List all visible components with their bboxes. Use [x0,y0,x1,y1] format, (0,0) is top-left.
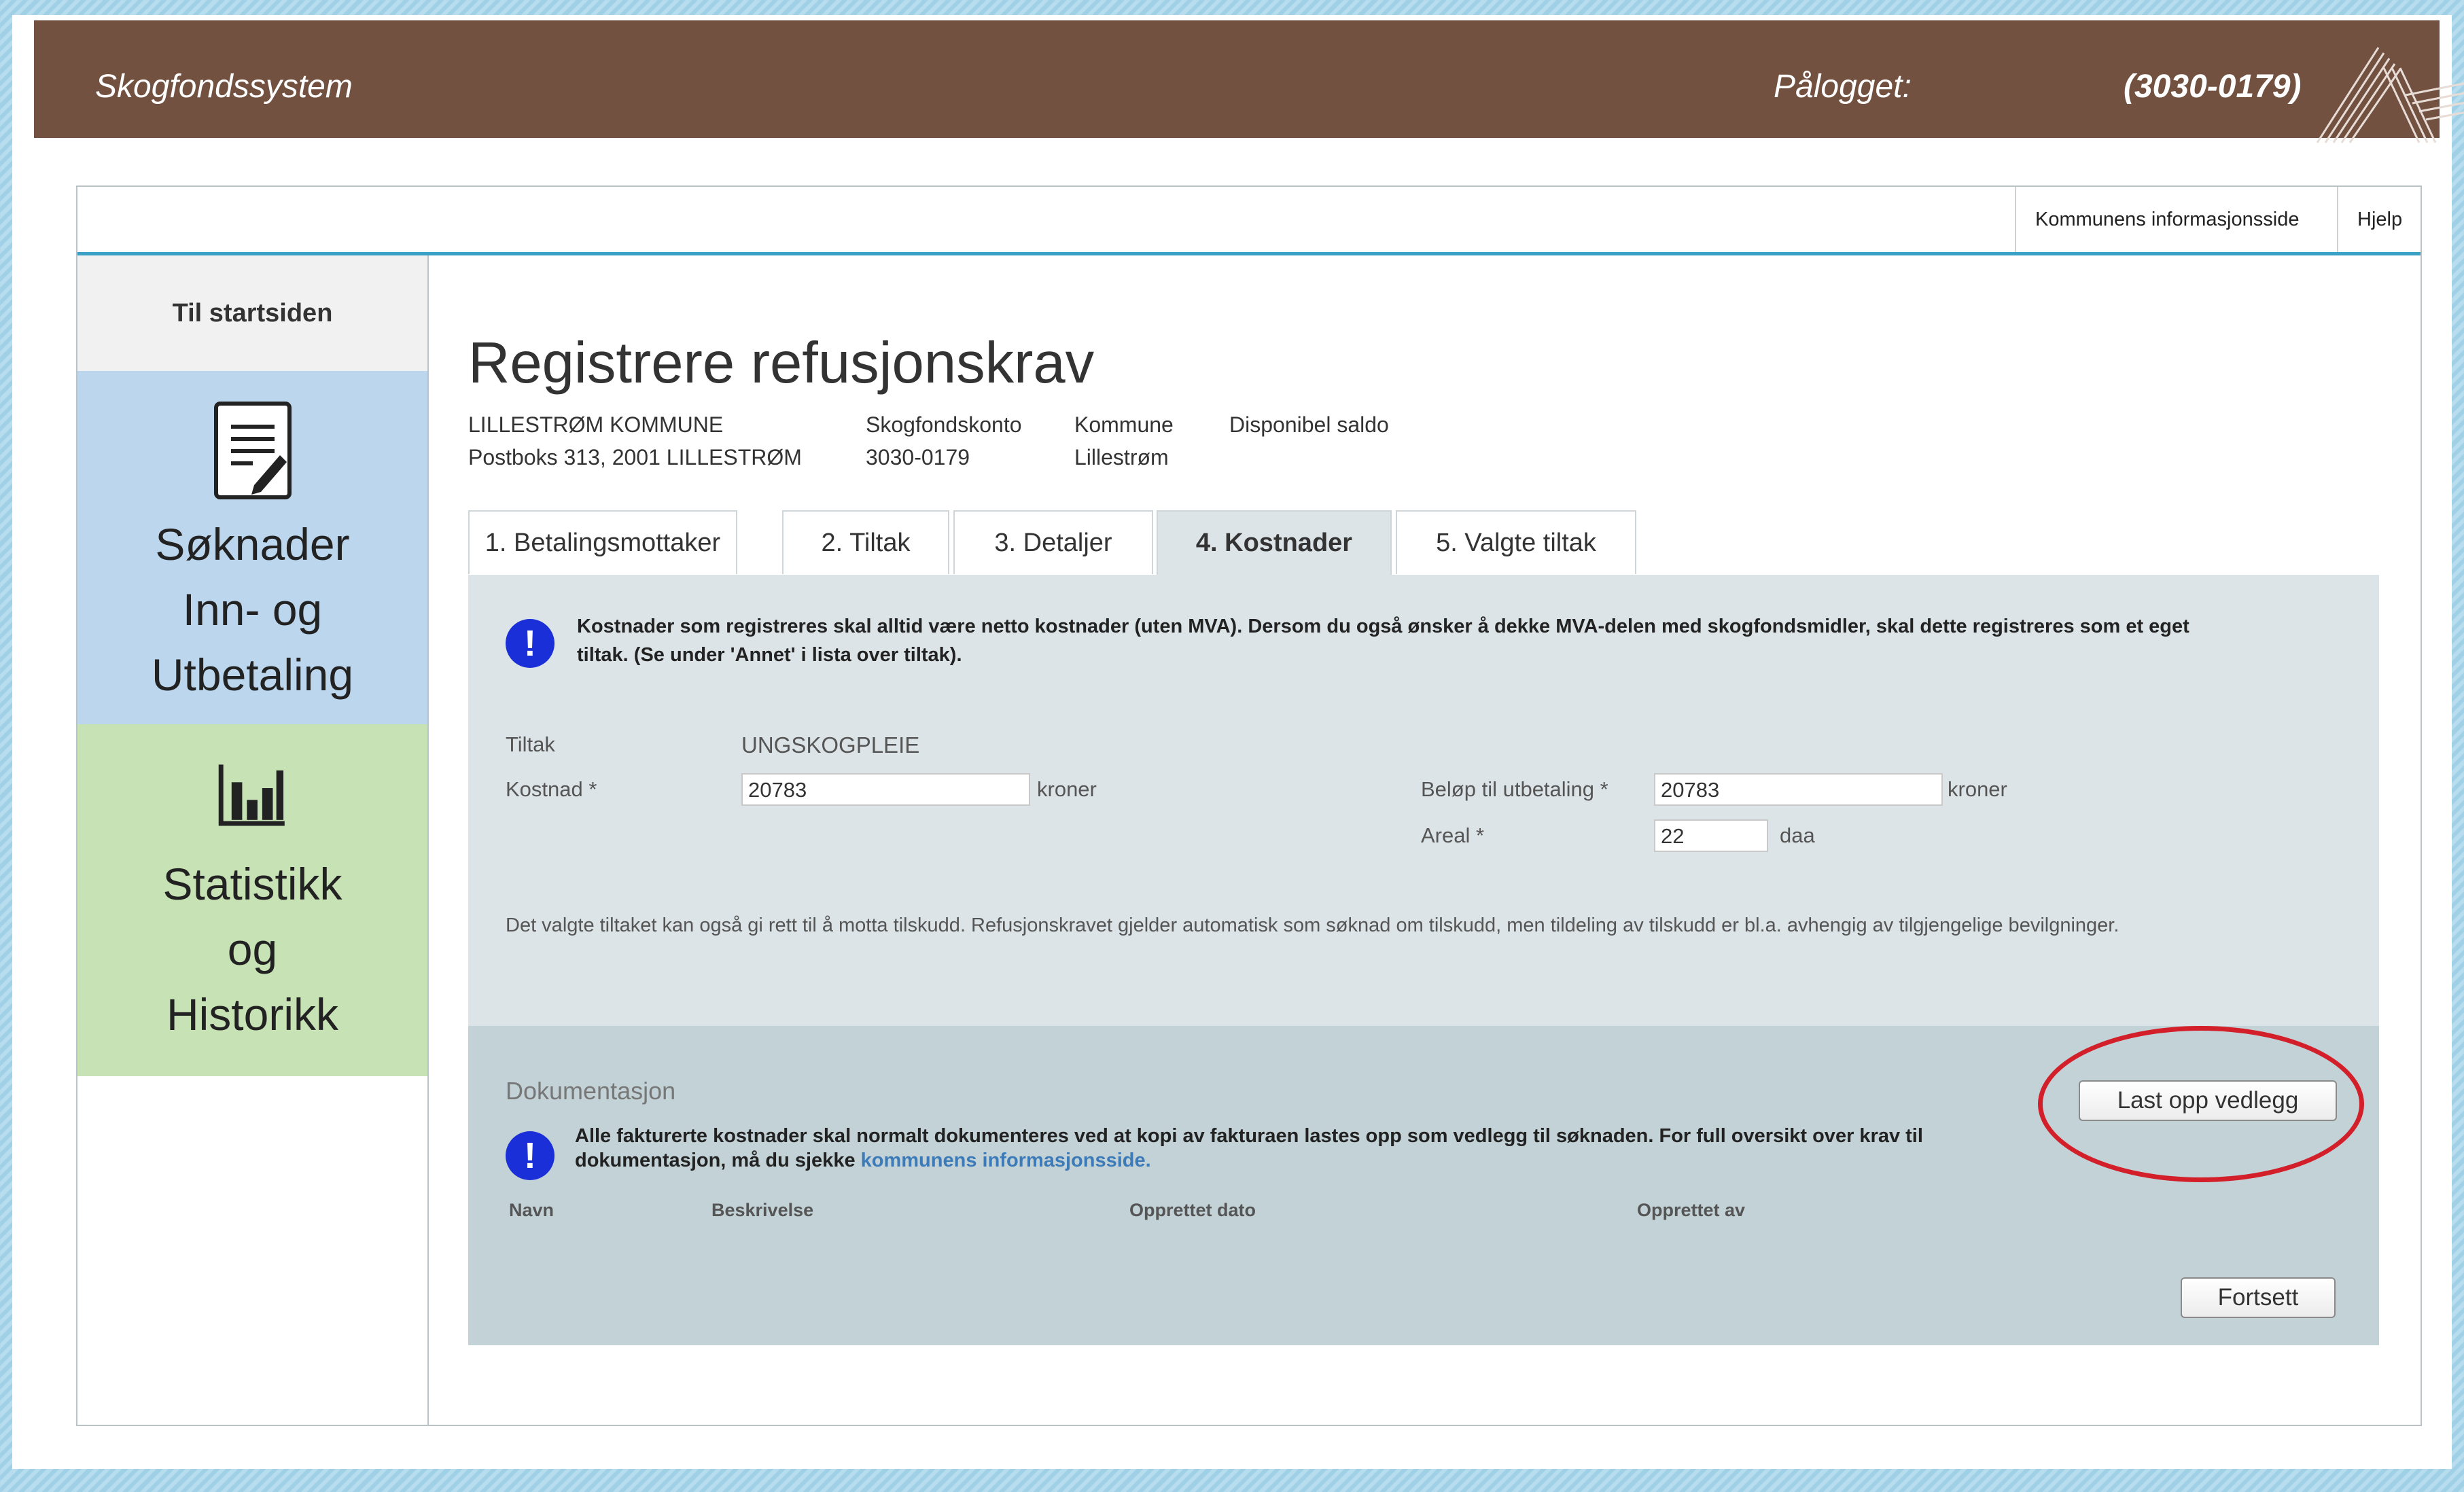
continue-button[interactable]: Fortsett [2181,1277,2336,1318]
measure-value: UNGSKOGPLEIE [741,732,920,758]
column-created-date: Opprettet dato [1129,1200,1256,1220]
costs-notice-line2: tiltak. (Se under 'Annet' i lista over t… [577,644,962,666]
sidebar-applications-line2: Inn- og [182,584,323,635]
area-label: Areal * [1421,823,1485,847]
sidebar-statistics-line3: Historikk [166,989,338,1040]
documentation-panel: Dokumentasjon Last opp vedlegg ! Alle fa… [468,1026,2379,1345]
documentation-title: Dokumentasjon [506,1077,676,1105]
sidebar-item-applications[interactable]: Søknader Inn- og Utbetaling [77,371,427,724]
info-icon: ! [506,619,555,668]
sidebar-statistics-line1: Statistikk [162,859,342,909]
help-link[interactable]: Hjelp [2337,187,2421,252]
sidebar-applications-line1: Søknader [155,519,350,569]
main-content: Registrere refusjonskrav LILLESTRØM KOMM… [427,255,2419,1425]
account-info: Skogfondskonto 3030-0179 [866,408,1022,474]
cost-unit: kroner [1037,777,1097,801]
org-info: LILLESTRØM KOMMUNE Postboks 313, 2001 LI… [468,408,802,474]
info-icon: ! [506,1131,555,1180]
sidebar-applications-line3: Utbetaling [151,650,354,700]
municipality-info-link[interactable]: Kommunens informasjonsside [2015,187,2318,252]
costs-notice-line1: Kostnader som registreres skal alltid væ… [577,616,2189,637]
municipality-info-inline-link[interactable]: kommunens informasjonsside. [861,1150,1151,1171]
costs-panel: ! Kostnader som registreres skal alltid … [468,575,2379,1026]
account-label: Skogfondskonto [866,412,1022,437]
municipality-label: Kommune [1074,412,1174,437]
sidebar-statistics-line2: og [227,924,278,974]
payout-unit: kroner [1948,777,2007,801]
tab-payment-recipient[interactable]: 1. Betalingsmottaker [468,510,737,574]
main-container: Kommunens informasjonsside Hjelp Til sta… [76,185,2422,1426]
sidebar-start-label: Til startsiden [172,299,333,327]
cost-label: Kostnad * [506,777,597,801]
org-address: Postboks 313, 2001 LILLESTRØM [468,445,802,469]
app-header: Skogfondssystem Pålogget: (3030-0179) [34,20,2464,143]
column-description: Beskrivelse [711,1200,814,1220]
column-created-by: Opprettet av [1637,1200,1746,1220]
tab-measures[interactable]: 2. Tiltak [782,510,949,574]
sidebar-item-statistics[interactable]: Statistikk og Historikk [77,724,427,1076]
tab-costs[interactable]: 4. Kostnader [1157,510,1392,576]
documentation-notice-line1: Alle fakturerte kostnader skal normalt d… [575,1125,1923,1147]
sidebar: Til startsiden Søknader Inn- og Utbetali… [77,255,429,1425]
logo-icon [2316,47,2464,143]
area-unit: daa [1780,823,1815,847]
payout-input[interactable]: 20783 [1654,773,1943,806]
account-value: 3030-0179 [866,445,970,469]
documentation-notice-line2: dokumentasjon, må du sjekke kommunens in… [575,1148,2104,1173]
payout-label: Beløp til utbetaling * [1421,777,1608,801]
page-title: Registrere refusjonskrav [468,331,1095,395]
bar-chart-icon [218,764,285,826]
municipality-info: Kommune Lillestrøm [1074,408,1174,474]
municipality-value: Lillestrøm [1074,445,1169,469]
balance-label: Disponibel saldo [1229,412,1389,437]
cost-input[interactable]: 20783 [741,773,1030,806]
documentation-notice: Alle fakturerte kostnader skal normalt d… [575,1124,2104,1173]
document-edit-icon [213,402,292,499]
tab-details[interactable]: 3. Detaljer [953,510,1153,574]
top-links-bar: Kommunens informasjonsside Hjelp [77,187,2421,255]
measure-label: Tiltak [506,732,555,756]
sidebar-item-start[interactable]: Til startsiden [77,255,427,371]
tab-selected-measures[interactable]: 5. Valgte tiltak [1396,510,1636,574]
upload-attachment-button[interactable]: Last opp vedlegg [2079,1080,2337,1121]
logged-in-label: Pålogget: [1774,69,1912,105]
costs-notice: Kostnader som registreres skal alltid væ… [577,612,2357,669]
column-name: Navn [509,1200,555,1220]
grant-info-text: Det valgte tiltaket kan også gi rett til… [506,914,2119,936]
documentation-notice-prefix: dokumentasjon, må du sjekke [575,1150,856,1171]
org-name: LILLESTRØM KOMMUNE [468,412,724,437]
balance-info: Disponibel saldo [1229,408,1389,441]
account-number: (3030-0179) [2124,69,2302,105]
area-input[interactable]: 22 [1654,819,1768,852]
app-brand: Skogfondssystem [95,69,353,105]
